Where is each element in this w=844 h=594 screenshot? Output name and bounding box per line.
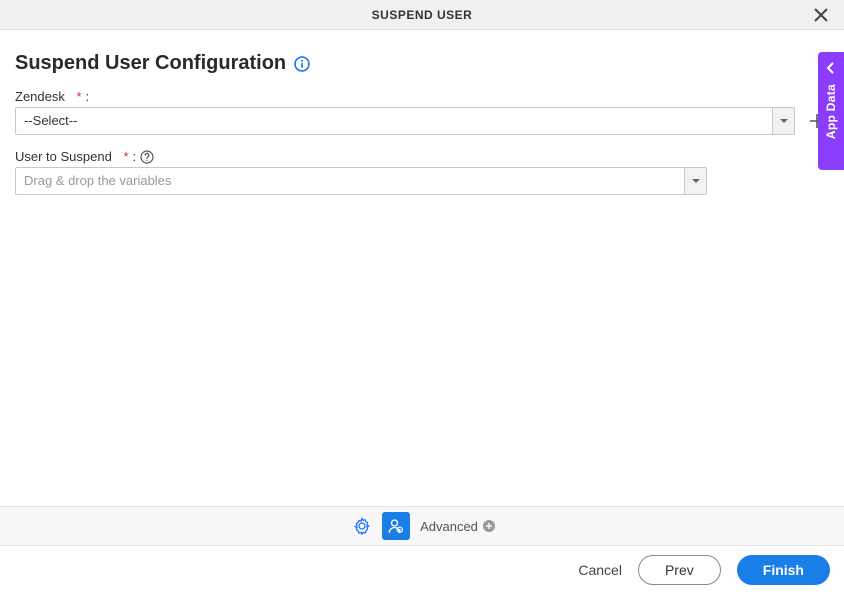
info-icon[interactable] (294, 56, 310, 72)
chevron-down-icon (684, 168, 706, 194)
plus-circle-icon (482, 519, 496, 533)
advanced-text: Advanced (420, 519, 478, 534)
form-area: Zendesk * : --Select-- User to Suspend *… (0, 89, 844, 195)
zendesk-select-value: --Select-- (16, 108, 772, 134)
user-to-suspend-input[interactable]: Drag & drop the variables (15, 167, 707, 195)
user-to-suspend-field: User to Suspend * : Drag & drop the vari… (15, 149, 829, 195)
required-mark: * (123, 149, 128, 164)
required-mark: * (77, 89, 82, 104)
chevron-left-icon (825, 62, 837, 74)
bottom-toolbar: Advanced (0, 506, 844, 546)
finish-button[interactable]: Finish (737, 555, 830, 585)
user-icon (387, 517, 405, 535)
page-title-row: Suspend User Configuration (0, 30, 844, 89)
colon: : (86, 89, 90, 104)
user-to-suspend-label-row: User to Suspend * : (15, 149, 829, 167)
zendesk-field: Zendesk * : --Select-- (15, 89, 829, 135)
settings-button[interactable] (348, 512, 376, 540)
page-title: Suspend User Configuration (15, 52, 286, 75)
dialog-header: SUSPEND USER (0, 0, 844, 30)
footer-bar: Cancel Prev Finish (0, 546, 844, 594)
close-icon (814, 8, 828, 22)
prev-button[interactable]: Prev (638, 555, 721, 585)
zendesk-label-row: Zendesk * : (15, 89, 829, 107)
user-to-suspend-row: Drag & drop the variables (15, 167, 707, 195)
cancel-button[interactable]: Cancel (578, 562, 622, 578)
advanced-button[interactable]: Advanced (420, 519, 496, 534)
close-button[interactable] (810, 4, 832, 26)
dialog-title: SUSPEND USER (372, 8, 473, 22)
user-config-button[interactable] (382, 512, 410, 540)
user-to-suspend-label: User to Suspend (15, 149, 112, 164)
user-to-suspend-placeholder: Drag & drop the variables (16, 168, 684, 194)
app-data-label: App Data (824, 84, 838, 139)
gear-icon (353, 517, 371, 535)
zendesk-select[interactable]: --Select-- (15, 107, 795, 135)
app-data-tab[interactable]: App Data (818, 52, 844, 170)
zendesk-row: --Select-- (15, 107, 829, 135)
zendesk-label: Zendesk (15, 89, 65, 104)
help-icon[interactable] (140, 150, 154, 164)
colon: : (133, 149, 137, 164)
chevron-down-icon (772, 108, 794, 134)
